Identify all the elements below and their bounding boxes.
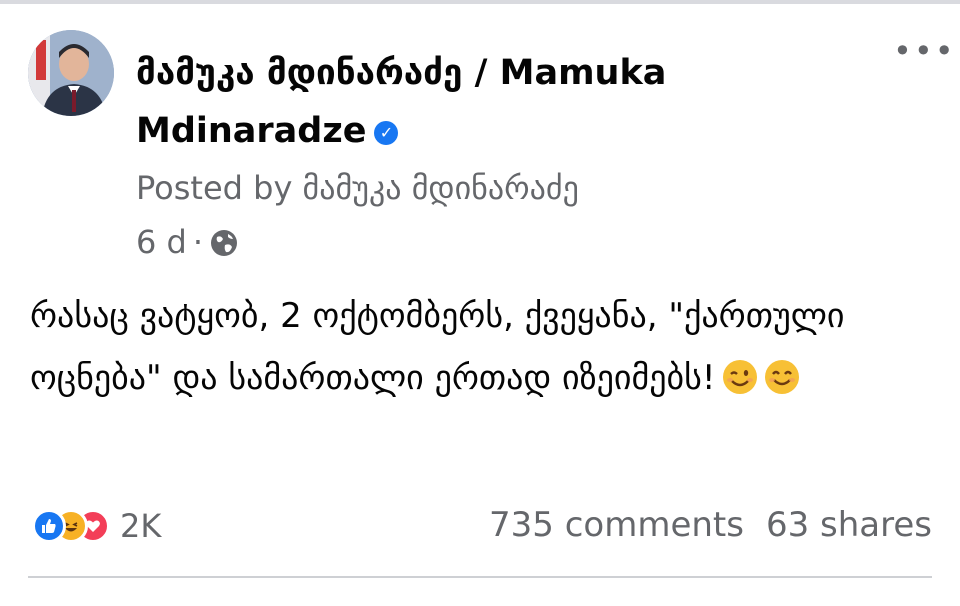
engagement-stats: 735 comments 63 shares (489, 505, 932, 545)
author-avatar[interactable] (28, 30, 114, 116)
reactions-summary[interactable]: 2K (32, 507, 161, 545)
top-separator (0, 0, 960, 4)
comments-count[interactable]: 735 comments (489, 505, 744, 545)
winking-face-icon (722, 353, 758, 394)
author-name-text[interactable]: მამუკა მდინარაძე / Mamuka Mdinaradze (136, 53, 666, 151)
meta-separator: · (192, 223, 204, 261)
post-meta: 6 d · (136, 222, 239, 262)
post-text: რასაც ვატყობ, 2 ოქტომბერს, ქვეყანა, "ქარ… (30, 285, 930, 409)
verified-badge-icon: ✓ (374, 121, 399, 145)
like-icon (32, 509, 66, 543)
more-options-button[interactable]: ••• (893, 35, 956, 67)
smiling-face-icon (764, 353, 800, 394)
reaction-count[interactable]: 2K (120, 507, 161, 545)
post-time[interactable]: 6 d (136, 222, 187, 262)
posted-by-label: Posted by მამუკა მდინარაძე (136, 169, 579, 207)
author-name[interactable]: მამუკა მდინარაძე / Mamuka Mdinaradze ✓ (136, 44, 856, 160)
actions-divider (28, 576, 932, 578)
shares-count[interactable]: 63 shares (766, 505, 932, 545)
globe-icon[interactable] (209, 227, 239, 257)
